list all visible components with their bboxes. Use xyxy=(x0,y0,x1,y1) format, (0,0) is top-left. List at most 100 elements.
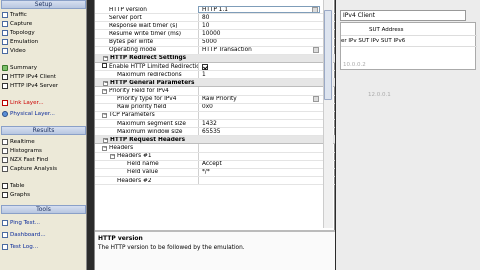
collapse-icon[interactable]: − xyxy=(102,145,107,151)
row-label: Field name xyxy=(127,161,159,168)
row-label: Priority type for IPv4 xyxy=(117,96,177,103)
property-value[interactable]: Raw Priority xyxy=(198,95,320,103)
link-layer-icon xyxy=(2,100,8,106)
property-row[interactable]: Priority type for IPv4 Raw Priority xyxy=(95,95,335,104)
section-header[interactable]: − HTTP Redirect Settings xyxy=(95,54,335,63)
property-name: Enable HTTP Limited Redirections xyxy=(95,63,198,70)
property-value[interactable]: */* xyxy=(198,168,320,176)
row-label: HTTP version xyxy=(109,6,147,13)
property-value[interactable] xyxy=(198,62,320,71)
property-value[interactable] xyxy=(198,176,320,185)
property-name: Maximum window size xyxy=(95,129,198,135)
collapse-icon[interactable]: − xyxy=(102,88,107,94)
property-row[interactable]: − TCP Parameters xyxy=(95,111,335,120)
section-header[interactable]: − HTTP Request Headers xyxy=(95,136,335,145)
property-row[interactable]: Resume write timer (ms) 10000 xyxy=(95,30,335,39)
value-text: 0x0 xyxy=(202,104,213,111)
property-row[interactable]: Raw priority field 0x0 xyxy=(95,103,335,112)
section-header[interactable]: − HTTP General Parameters xyxy=(95,79,335,88)
property-row[interactable]: Field value */* xyxy=(95,168,335,177)
sidebar-item-ping-test[interactable]: Ping Test... xyxy=(2,219,40,227)
sidebar-item-realtime[interactable]: Realtime xyxy=(2,138,35,146)
property-row[interactable]: Operating mode HTTP Transaction xyxy=(95,46,335,55)
row-label: Resume write timer (ms) xyxy=(109,30,182,37)
collapse-icon[interactable]: − xyxy=(102,113,107,119)
client-table: SUT Address er IPv SUT IPv SUT IPv6 10.0… xyxy=(340,22,477,70)
property-value[interactable]: 0x0 xyxy=(198,103,320,111)
row-label: HTTP Request Headers xyxy=(110,136,186,143)
property-value[interactable]: 80 xyxy=(198,14,320,22)
dropdown-arrow-icon[interactable] xyxy=(312,7,318,13)
property-value[interactable]: 5000 xyxy=(198,38,320,46)
property-value[interactable]: 10 xyxy=(198,22,320,30)
property-value[interactable] xyxy=(198,111,320,119)
sidebar-item-table[interactable]: Table xyxy=(2,182,24,190)
collapse-icon[interactable]: − xyxy=(103,56,108,62)
property-row[interactable]: HTTP version HTTP 1.1 xyxy=(95,6,335,15)
property-value[interactable] xyxy=(198,87,320,95)
property-row[interactable]: Enable HTTP Limited Redirections xyxy=(95,62,335,72)
checked-checkbox[interactable] xyxy=(202,63,208,70)
property-name: Priority type for IPv4 xyxy=(95,96,198,102)
property-row[interactable]: Maximum segment size 1432 xyxy=(95,119,335,129)
sidebar-item-histograms[interactable]: Histograms xyxy=(2,147,42,155)
property-value[interactable]: 10000 xyxy=(198,30,320,38)
property-value[interactable]: Accept xyxy=(198,160,320,168)
sidebar-item-video[interactable]: Video xyxy=(2,47,26,55)
property-row[interactable]: Bytes per write 5000 xyxy=(95,38,335,47)
sidebar-item-capture-analysis[interactable]: Capture Analysis xyxy=(2,165,57,173)
client-tab[interactable]: IPv4 Client xyxy=(340,10,466,21)
scrollbar-thumb[interactable] xyxy=(324,10,332,100)
property-row[interactable]: Maximum redirections 1 xyxy=(95,71,335,80)
property-value[interactable]: 1432 xyxy=(198,119,320,128)
property-value[interactable]: HTTP 1.1 xyxy=(198,6,320,14)
property-name: Headers #2 xyxy=(95,178,198,184)
property-value[interactable]: 65535 xyxy=(198,128,320,136)
sidebar-item-topology[interactable]: Topology xyxy=(2,29,35,37)
setup-header: Setup xyxy=(1,0,86,9)
tools-header: Tools xyxy=(1,205,86,214)
sidebar-item-http-server[interactable]: HTTP IPv4 Server xyxy=(2,82,58,90)
property-row[interactable]: − Headers #1 xyxy=(95,152,335,161)
property-row[interactable]: Response wait timer (s) 10 xyxy=(95,22,335,31)
property-value[interactable] xyxy=(198,144,320,152)
sidebar-item-http-client[interactable]: HTTP IPv4 Client xyxy=(2,73,56,81)
collapse-icon[interactable]: − xyxy=(110,154,115,160)
collapse-icon[interactable]: − xyxy=(103,137,108,143)
property-value[interactable] xyxy=(198,152,320,160)
property-value[interactable]: HTTP Transaction xyxy=(198,46,320,54)
sidebar-item-summary[interactable]: Summary xyxy=(2,64,37,72)
property-value[interactable]: 1 xyxy=(198,71,320,79)
sidebar-item-emulation[interactable]: Emulation xyxy=(2,38,38,46)
sidebar-item-dashboard[interactable]: Dashboard... xyxy=(2,231,46,239)
collapse-icon[interactable]: − xyxy=(103,80,108,86)
property-name: Response wait timer (s) xyxy=(95,23,198,29)
video-icon xyxy=(2,48,8,54)
property-row[interactable]: Server port 80 xyxy=(95,14,335,23)
value-text: HTTP Transaction xyxy=(202,47,252,54)
dropdown-arrow-icon[interactable] xyxy=(313,96,319,103)
checkbox-icon xyxy=(102,63,107,69)
property-row[interactable]: − Headers xyxy=(95,144,335,153)
section-title: − HTTP Request Headers xyxy=(95,137,325,143)
property-row[interactable]: Field name Accept xyxy=(95,160,335,169)
dropdown-arrow-icon[interactable] xyxy=(313,47,319,54)
sidebar-item-graphs[interactable]: Graphs xyxy=(2,191,30,199)
faint-value: 10.0.0.2 xyxy=(343,62,366,68)
property-name: Maximum segment size xyxy=(95,121,198,127)
sidebar-item-link-layer[interactable]: Link Layer... xyxy=(2,99,44,107)
property-row[interactable]: − Priority Field for IPv4 xyxy=(95,87,335,96)
property-row[interactable]: Maximum window size 65535 xyxy=(95,128,335,137)
sidebar-item-capture[interactable]: Capture xyxy=(2,20,32,28)
section-title: − HTTP General Parameters xyxy=(95,80,325,86)
sidebar-item-traffic[interactable]: Traffic xyxy=(2,11,27,19)
row-label: Field value xyxy=(127,169,159,176)
sidebar-item-fast-find[interactable]: NZX Fast Find xyxy=(2,156,48,164)
property-name: Resume write timer (ms) xyxy=(95,31,198,37)
property-name: Bytes per write xyxy=(95,39,198,45)
sidebar-item-test-log[interactable]: Test Log... xyxy=(2,243,38,251)
emulation-icon xyxy=(2,39,8,45)
row-label: HTTP Redirect Settings xyxy=(110,55,187,62)
sidebar-item-physical-layer[interactable]: Physical Layer... xyxy=(2,110,55,118)
property-row[interactable]: Headers #2 xyxy=(95,176,335,186)
